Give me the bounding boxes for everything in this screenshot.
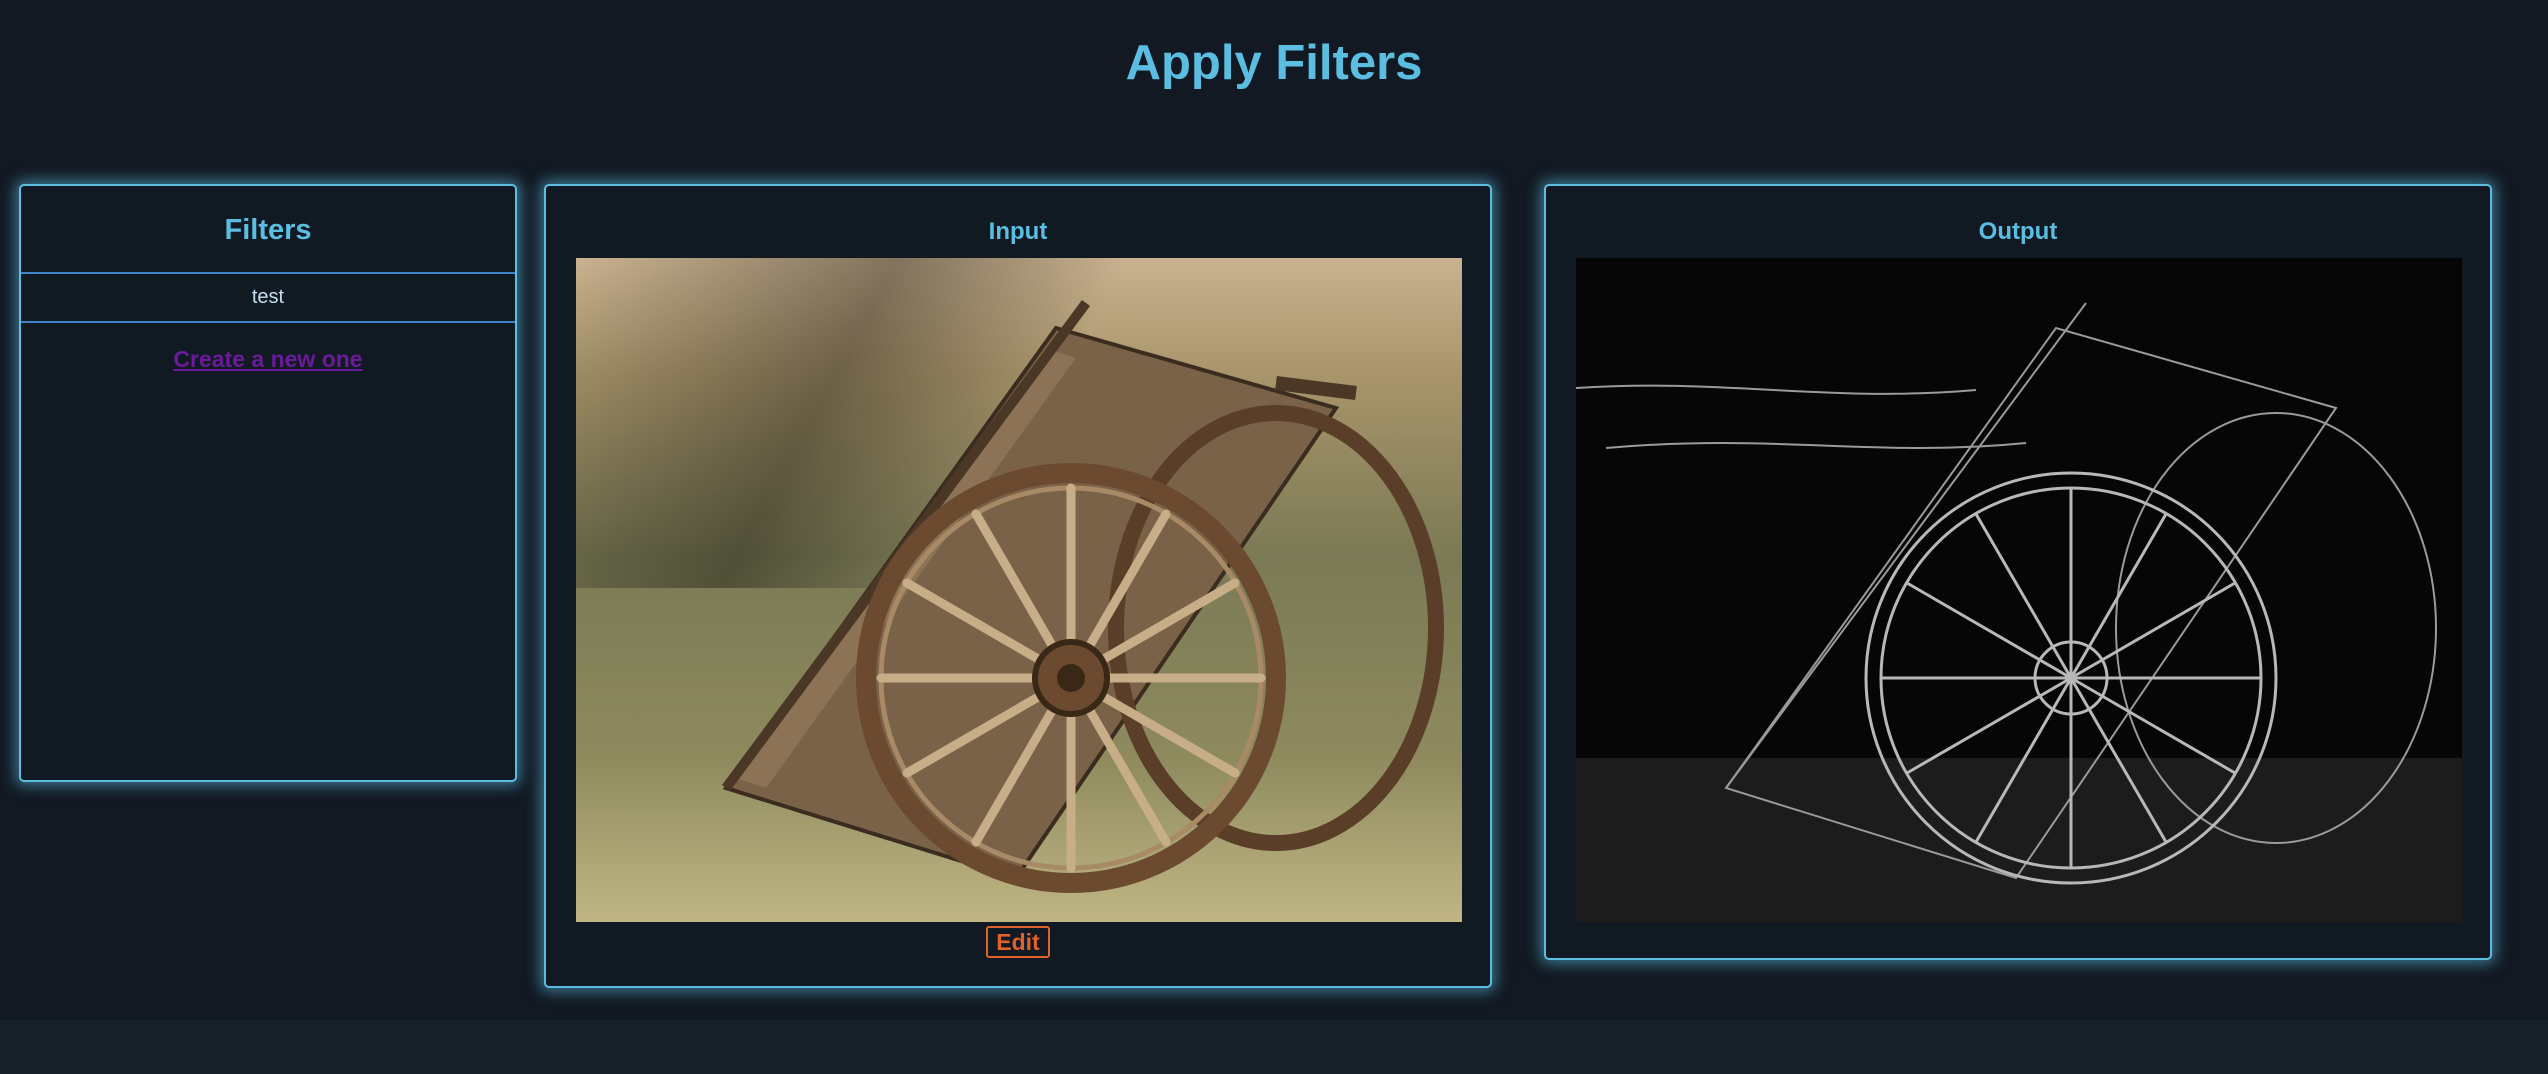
page-footer-band (0, 1020, 2548, 1074)
filter-list: test (21, 272, 515, 323)
input-heading: Input (988, 218, 1048, 245)
create-filter-link[interactable]: Create a new one (21, 346, 515, 373)
input-image-cart (576, 258, 1462, 922)
output-heading: Output (1978, 218, 2058, 245)
output-image (1576, 258, 2462, 922)
page-title: Apply Filters (1125, 36, 1423, 90)
output-panel: Output (1544, 184, 2492, 960)
input-image (576, 258, 1462, 922)
output-image-edges (1576, 258, 2462, 922)
input-panel: Input Edit (544, 184, 1492, 988)
filter-item-test[interactable]: test (21, 272, 515, 323)
filters-heading: Filters (224, 214, 312, 246)
edit-button[interactable]: Edit (986, 926, 1050, 958)
filters-panel: Filters test Create a new one (19, 184, 517, 782)
